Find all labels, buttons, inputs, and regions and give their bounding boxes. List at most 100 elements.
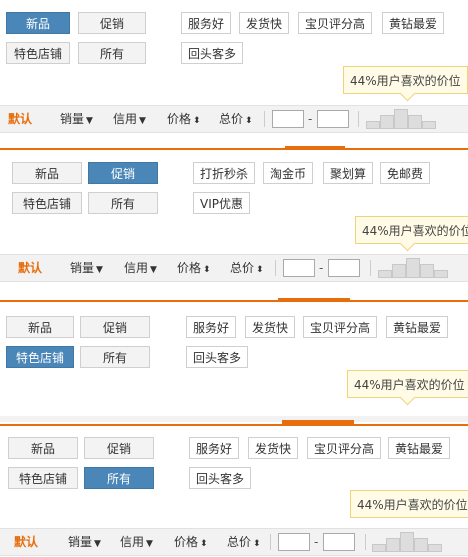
section-divider (0, 300, 468, 302)
sort-updown-arrow-icon: ⬍ (256, 265, 264, 275)
tab-new[interactable]: 新品 (12, 162, 82, 184)
tag-taojinbi[interactable]: 淘金币 (263, 162, 314, 184)
sort-sales[interactable]: 销量 ▼ (70, 255, 103, 281)
tab-all[interactable]: 所有 (78, 42, 146, 64)
sort-price[interactable]: 价格 ⬍ (167, 106, 201, 132)
tag-repeat-customers[interactable]: 回头客多 (186, 346, 249, 368)
tab-featured-shop[interactable]: 特色店铺 (12, 192, 82, 214)
tab-new[interactable]: 新品 (8, 437, 78, 459)
filter-panel-4: 新品 促销 特色店铺 所有 服务好 发货快 宝贝评分高 黄钻最爱 回头客多 44… (0, 428, 468, 556)
dist-bar (406, 258, 420, 278)
price-tip: 44%用户喜欢的价位 (355, 216, 468, 252)
tab-promo[interactable]: 促销 (78, 12, 146, 34)
dist-bar (422, 121, 436, 129)
sort-price[interactable]: 价格 ⬍ (177, 255, 211, 281)
dist-bar (434, 270, 448, 278)
tag-yellow-diamond[interactable]: 黄钻最爱 (382, 12, 445, 34)
tab-new[interactable]: 新品 (6, 316, 74, 338)
tag-fast-delivery[interactable]: 发货快 (248, 437, 299, 459)
tab-featured-shop[interactable]: 特色店铺 (8, 467, 78, 489)
tab-promo[interactable]: 促销 (88, 162, 158, 184)
sort-total[interactable]: 总价 ⬍ (219, 106, 253, 132)
tab-all[interactable]: 所有 (84, 467, 154, 489)
sort-sales[interactable]: 销量 ▼ (68, 529, 101, 555)
dist-bar (380, 115, 394, 129)
tag-juhuasuan[interactable]: 聚划算 (323, 162, 374, 184)
sort-price-label: 价格 (167, 112, 192, 126)
tab-promo[interactable]: 促销 (84, 437, 154, 459)
price-tip: 44%用户喜欢的价位 (343, 66, 468, 102)
tag-yellow-diamond[interactable]: 黄钻最爱 (386, 316, 449, 338)
price-range-dash: - (314, 535, 319, 549)
tag-good-service[interactable]: 服务好 (186, 316, 237, 338)
sort-down-arrow-icon: ▼ (139, 116, 146, 126)
dist-bar (392, 264, 406, 278)
sort-bar-4: 默认 销量 ▼ 信用 ▼ 价格 ⬍ 总价 ⬍ - (0, 528, 468, 556)
price-distribution-chart (366, 109, 442, 129)
tab-new[interactable]: 新品 (6, 12, 70, 34)
sort-down-arrow-icon: ▼ (146, 539, 153, 549)
sort-total-label: 总价 (219, 112, 244, 126)
sort-default[interactable]: 默认 (8, 106, 32, 132)
sort-total[interactable]: 总价 ⬍ (227, 529, 261, 555)
price-min-input[interactable] (283, 259, 315, 277)
sort-bar-1: 默认 销量 ▼ 信用 ▼ 价格 ⬍ 总价 ⬍ - (0, 105, 468, 133)
sort-credit[interactable]: 信用 ▼ (120, 529, 153, 555)
sort-sales-label: 销量 (68, 535, 93, 549)
divider (270, 534, 271, 550)
sort-total[interactable]: 总价 ⬍ (230, 255, 264, 281)
tag-repeat-customers[interactable]: 回头客多 (189, 467, 252, 489)
sort-updown-arrow-icon: ⬍ (203, 265, 211, 275)
tag-fast-delivery[interactable]: 发货快 (245, 316, 296, 338)
tag-yellow-diamond[interactable]: 黄钻最爱 (388, 437, 451, 459)
tag-repeat-customers[interactable]: 回头客多 (181, 42, 244, 64)
sort-default[interactable]: 默认 (14, 529, 38, 555)
price-max-input[interactable] (328, 259, 360, 277)
dist-bar (394, 109, 408, 129)
tag-high-rating[interactable]: 宝贝评分高 (298, 12, 373, 34)
divider (264, 111, 265, 127)
price-max-input[interactable] (323, 533, 355, 551)
price-range-dash: - (308, 112, 313, 126)
filter-panel-1: 新品 促销 特色店铺 所有 服务好 发货快 宝贝评分高 黄钻最爱 回头客多 44… (0, 0, 468, 140)
tag-high-rating[interactable]: 宝贝评分高 (307, 437, 382, 459)
sort-price-label: 价格 (174, 535, 199, 549)
sort-down-arrow-icon: ▼ (86, 116, 93, 126)
tip-arrow (399, 235, 416, 252)
divider (365, 534, 366, 550)
sort-price[interactable]: 价格 ⬍ (174, 529, 208, 555)
price-max-input[interactable] (317, 110, 349, 128)
sort-total-label: 总价 (230, 261, 255, 275)
section-divider (0, 424, 468, 426)
sort-updown-arrow-icon: ⬍ (253, 539, 261, 549)
tag-flash-sale[interactable]: 打折秒杀 (193, 162, 256, 184)
tab-all[interactable]: 所有 (88, 192, 158, 214)
tab-featured-shop[interactable]: 特色店铺 (6, 346, 74, 368)
tag-good-service[interactable]: 服务好 (189, 437, 240, 459)
sort-down-arrow-icon: ▼ (150, 265, 157, 275)
sort-total-label: 总价 (227, 535, 252, 549)
tab-all[interactable]: 所有 (80, 346, 150, 368)
price-range-dash: - (319, 261, 324, 275)
filter-panel-3: 新品 促销 特色店铺 所有 服务好 发货快 宝贝评分高 黄钻最爱 回头客多 44… (0, 304, 468, 424)
sort-credit-label: 信用 (124, 261, 149, 275)
tag-vip-discount[interactable]: VIP优惠 (193, 192, 250, 214)
sort-default[interactable]: 默认 (18, 255, 42, 281)
sort-credit[interactable]: 信用 ▼ (124, 255, 157, 281)
tab-featured-shop[interactable]: 特色店铺 (6, 42, 70, 64)
tag-free-shipping[interactable]: 免邮费 (380, 162, 431, 184)
sort-price-label: 价格 (177, 261, 202, 275)
price-distribution-chart (378, 258, 454, 278)
sort-sales[interactable]: 销量 ▼ (60, 106, 93, 132)
tag-good-service[interactable]: 服务好 (181, 12, 232, 34)
price-tip: 44%用户喜欢的价位 (350, 490, 468, 518)
sort-credit[interactable]: 信用 ▼ (113, 106, 146, 132)
price-min-input[interactable] (278, 533, 310, 551)
tag-high-rating[interactable]: 宝贝评分高 (303, 316, 378, 338)
divider (275, 260, 276, 276)
tab-promo[interactable]: 促销 (80, 316, 150, 338)
price-tip-text: 44%用户喜欢的价位 (357, 498, 468, 512)
price-min-input[interactable] (272, 110, 304, 128)
tag-fast-delivery[interactable]: 发货快 (239, 12, 290, 34)
divider (358, 111, 359, 127)
